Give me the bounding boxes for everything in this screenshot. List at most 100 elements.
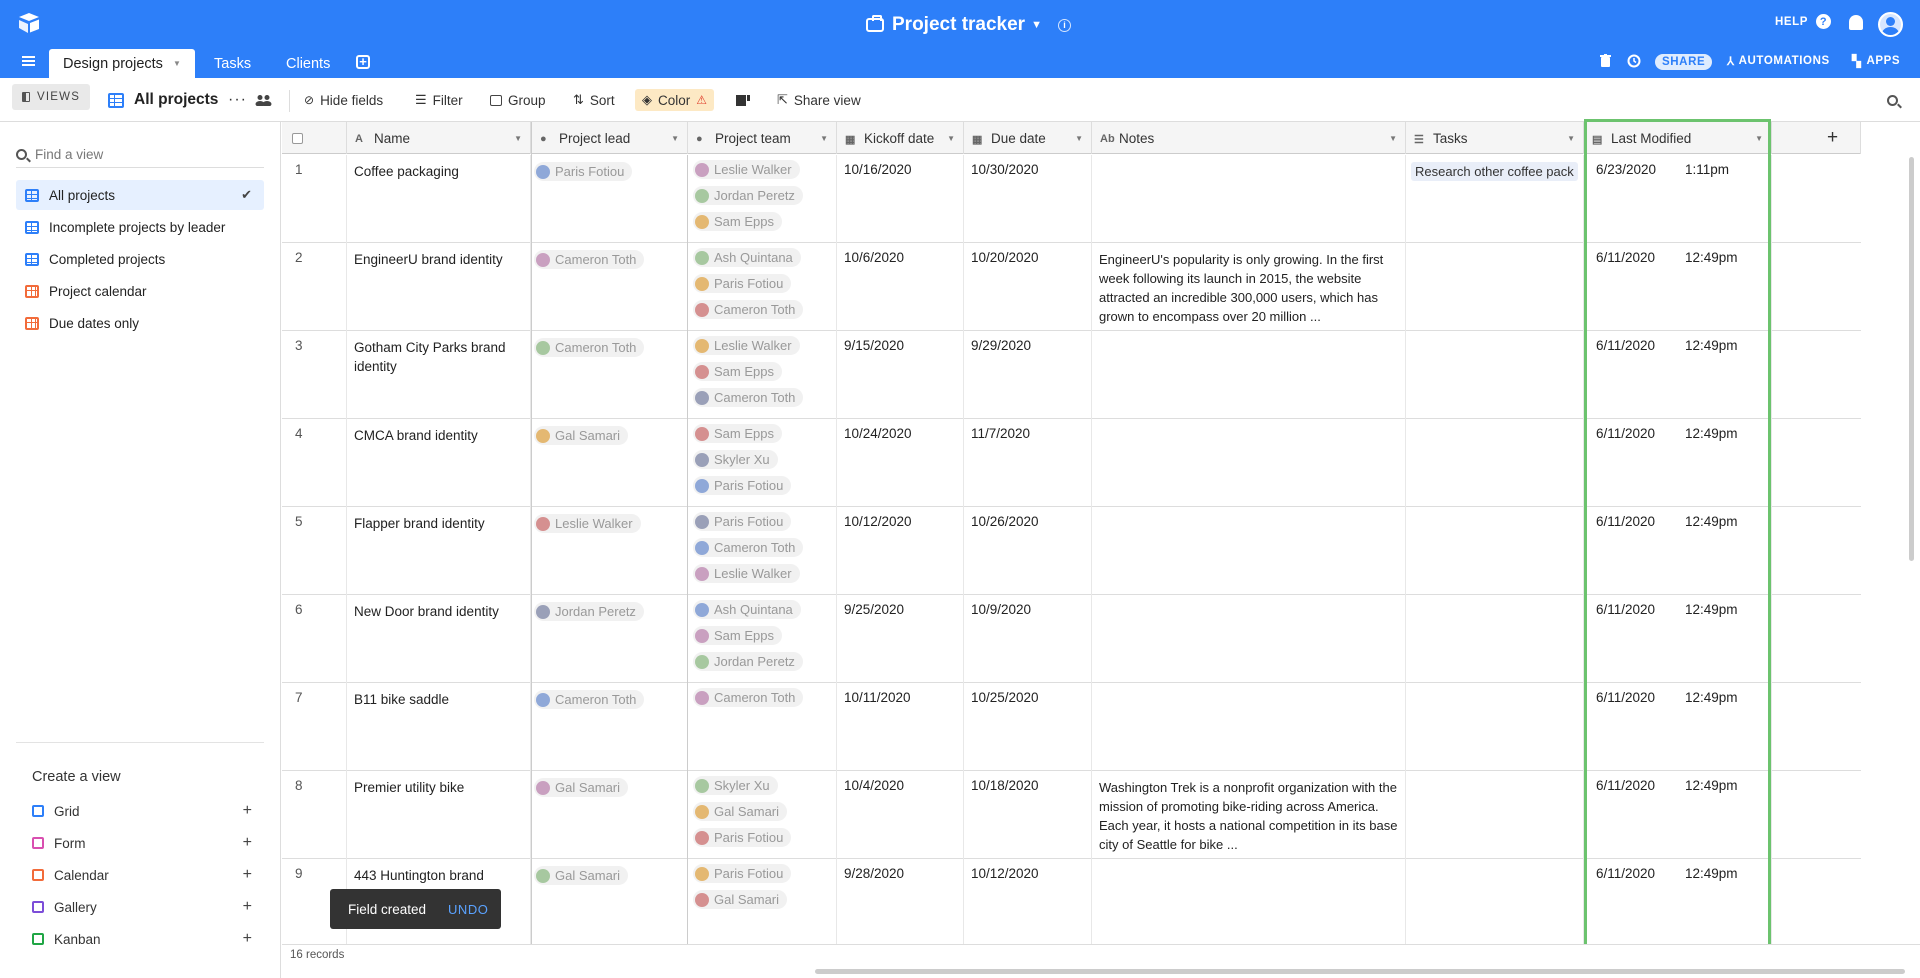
- cell-notes[interactable]: [1092, 507, 1406, 595]
- sort-button[interactable]: ⇅ Sort: [573, 78, 615, 122]
- cell-notes[interactable]: Washington Trek is a nonprofit organizat…: [1092, 771, 1406, 859]
- notifications-button[interactable]: [1849, 15, 1863, 30]
- table-row[interactable]: 1 Coffee packaging Paris Fotiou Leslie Walk…: [282, 155, 1861, 243]
- share-view-button[interactable]: ⇱ Share view: [777, 78, 861, 122]
- cell-notes[interactable]: [1092, 595, 1406, 683]
- cell-last-modified[interactable]: 6/23/2020 1:11pm: [1584, 155, 1772, 243]
- cell-name[interactable]: New Door brand identity: [347, 595, 531, 683]
- help-button[interactable]: HELP ?: [1775, 14, 1832, 29]
- cell-project-lead[interactable]: Cameron Toth: [531, 243, 688, 331]
- cell-notes[interactable]: [1092, 683, 1406, 771]
- cell-last-modified[interactable]: 6/11/2020 12:49pm: [1584, 243, 1772, 331]
- cell-project-team[interactable]: Leslie Walker Jordan Peretz Sam Epps: [688, 155, 837, 243]
- cell-name[interactable]: Coffee packaging: [347, 155, 531, 243]
- cell-tasks[interactable]: [1406, 859, 1584, 947]
- create-gallery-button[interactable]: Gallery +: [32, 896, 252, 918]
- chevron-down-icon[interactable]: ▼: [1567, 134, 1575, 143]
- select-all-checkbox[interactable]: [282, 122, 347, 154]
- cell-due-date[interactable]: 10/25/2020: [964, 683, 1092, 771]
- cell-project-lead[interactable]: Paris Fotiou: [531, 155, 688, 243]
- cell-last-modified[interactable]: 6/11/2020 12:49pm: [1584, 331, 1772, 419]
- undo-button[interactable]: UNDO: [448, 902, 488, 917]
- cell-tasks[interactable]: [1406, 419, 1584, 507]
- column-header-due-date[interactable]: ▦ Due date ▼: [964, 122, 1092, 154]
- sidebar-item-due-dates-only[interactable]: Due dates only: [16, 308, 264, 338]
- automations-button[interactable]: ⅄ AUTOMATIONS: [1727, 54, 1830, 68]
- cell-notes[interactable]: [1092, 419, 1406, 507]
- cell-tasks[interactable]: [1406, 243, 1584, 331]
- cell-tasks[interactable]: [1406, 331, 1584, 419]
- cell-tasks[interactable]: [1406, 683, 1584, 771]
- cell-name[interactable]: EngineerU brand identity: [347, 243, 531, 331]
- cell-kickoff-date[interactable]: 10/4/2020: [837, 771, 964, 859]
- add-table-icon[interactable]: +: [356, 55, 370, 69]
- cell-notes[interactable]: EngineerU's popularity is only growing. …: [1092, 243, 1406, 331]
- cell-kickoff-date[interactable]: 10/11/2020: [837, 683, 964, 771]
- table-row[interactable]: 4 CMCA brand identity Gal Samari Sam Epps Sk…: [282, 419, 1861, 507]
- table-row[interactable]: 3 Gotham City Parks brand identity Cameron…: [282, 331, 1861, 419]
- info-icon[interactable]: i: [1057, 18, 1071, 32]
- cell-due-date[interactable]: 11/7/2020: [964, 419, 1092, 507]
- menu-icon[interactable]: [22, 56, 35, 66]
- airtable-logo-icon[interactable]: [17, 12, 41, 34]
- cell-project-lead[interactable]: Cameron Toth: [531, 331, 688, 419]
- chevron-down-icon[interactable]: ▼: [1755, 134, 1763, 143]
- cell-notes[interactable]: [1092, 859, 1406, 947]
- cell-kickoff-date[interactable]: 9/15/2020: [837, 331, 964, 419]
- cell-due-date[interactable]: 10/20/2020: [964, 243, 1092, 331]
- cell-due-date[interactable]: 10/26/2020: [964, 507, 1092, 595]
- add-field-button[interactable]: +: [1805, 122, 1861, 154]
- sidebar-item-all-projects[interactable]: All projects ✔: [16, 180, 264, 210]
- cell-project-lead[interactable]: Jordan Peretz: [531, 595, 688, 683]
- color-button[interactable]: ◈ Color ⚠: [635, 78, 715, 122]
- chevron-down-icon[interactable]: ▼: [514, 134, 522, 143]
- tab-tasks[interactable]: Tasks: [200, 49, 265, 78]
- create-kanban-button[interactable]: Kanban +: [32, 928, 252, 950]
- apps-button[interactable]: ▚ APPS: [1852, 54, 1900, 68]
- cell-project-team[interactable]: Paris Fotiou Cameron Toth Leslie Walker: [688, 507, 837, 595]
- history-icon[interactable]: [1627, 54, 1641, 68]
- cell-project-lead[interactable]: Gal Samari: [531, 771, 688, 859]
- table-row[interactable]: 5 Flapper brand identity Leslie Walker Pari…: [282, 507, 1861, 595]
- cell-due-date[interactable]: 10/18/2020: [964, 771, 1092, 859]
- table-row[interactable]: 6 New Door brand identity Jordan Peretz Ash…: [282, 595, 1861, 683]
- cell-due-date[interactable]: 10/9/2020: [964, 595, 1092, 683]
- create-form-button[interactable]: Form +: [32, 832, 252, 854]
- column-header-last-modified[interactable]: ▤ Last Modified ▼: [1584, 122, 1772, 154]
- cell-kickoff-date[interactable]: 10/12/2020: [837, 507, 964, 595]
- cell-last-modified[interactable]: 6/11/2020 12:49pm: [1584, 683, 1772, 771]
- cell-last-modified[interactable]: 6/11/2020 12:49pm: [1584, 771, 1772, 859]
- cell-project-lead[interactable]: Gal Samari: [531, 859, 688, 947]
- cell-project-team[interactable]: Leslie Walker Sam Epps Cameron Toth: [688, 331, 837, 419]
- cell-name[interactable]: Gotham City Parks brand identity: [347, 331, 531, 419]
- cell-tasks[interactable]: Research other coffee pack: [1406, 155, 1584, 243]
- cell-name[interactable]: Premier utility bike: [347, 771, 531, 859]
- cell-project-team[interactable]: Sam Epps Skyler Xu Paris Fotiou: [688, 419, 837, 507]
- sidebar-item-project-calendar[interactable]: Project calendar: [16, 276, 264, 306]
- cell-last-modified[interactable]: 6/11/2020 12:49pm: [1584, 859, 1772, 947]
- cell-notes[interactable]: [1092, 155, 1406, 243]
- cell-kickoff-date[interactable]: 10/24/2020: [837, 419, 964, 507]
- create-calendar-button[interactable]: Calendar +: [32, 864, 252, 886]
- table-row[interactable]: 8 Premier utility bike Gal Samari Skyler Xu…: [282, 771, 1861, 859]
- cell-name[interactable]: B11 bike saddle: [347, 683, 531, 771]
- cell-project-team[interactable]: Ash Quintana Sam Epps Jordan Peretz: [688, 595, 837, 683]
- table-row[interactable]: 2 EngineerU brand identity Cameron Toth Ash…: [282, 243, 1861, 331]
- cell-project-team[interactable]: Paris Fotiou Gal Samari: [688, 859, 837, 947]
- column-header-tasks[interactable]: ☰ Tasks ▼: [1406, 122, 1584, 154]
- chevron-down-icon[interactable]: ▼: [173, 59, 181, 68]
- column-header-project-team[interactable]: ● Project team ▼: [688, 122, 837, 154]
- cell-kickoff-date[interactable]: 10/16/2020: [837, 155, 964, 243]
- row-height-icon[interactable]: [736, 78, 750, 122]
- cell-kickoff-date[interactable]: 9/25/2020: [837, 595, 964, 683]
- cell-tasks[interactable]: [1406, 595, 1584, 683]
- create-grid-button[interactable]: Grid +: [32, 800, 252, 822]
- cell-last-modified[interactable]: 6/11/2020 12:49pm: [1584, 419, 1772, 507]
- search-button[interactable]: [1887, 78, 1898, 122]
- cell-tasks[interactable]: [1406, 507, 1584, 595]
- cell-kickoff-date[interactable]: 10/6/2020: [837, 243, 964, 331]
- cell-project-team[interactable]: Cameron Toth: [688, 683, 837, 771]
- cell-project-team[interactable]: Skyler Xu Gal Samari Paris Fotiou: [688, 771, 837, 859]
- filter-button[interactable]: ☰ Filter: [415, 78, 463, 122]
- cell-last-modified[interactable]: 6/11/2020 12:49pm: [1584, 507, 1772, 595]
